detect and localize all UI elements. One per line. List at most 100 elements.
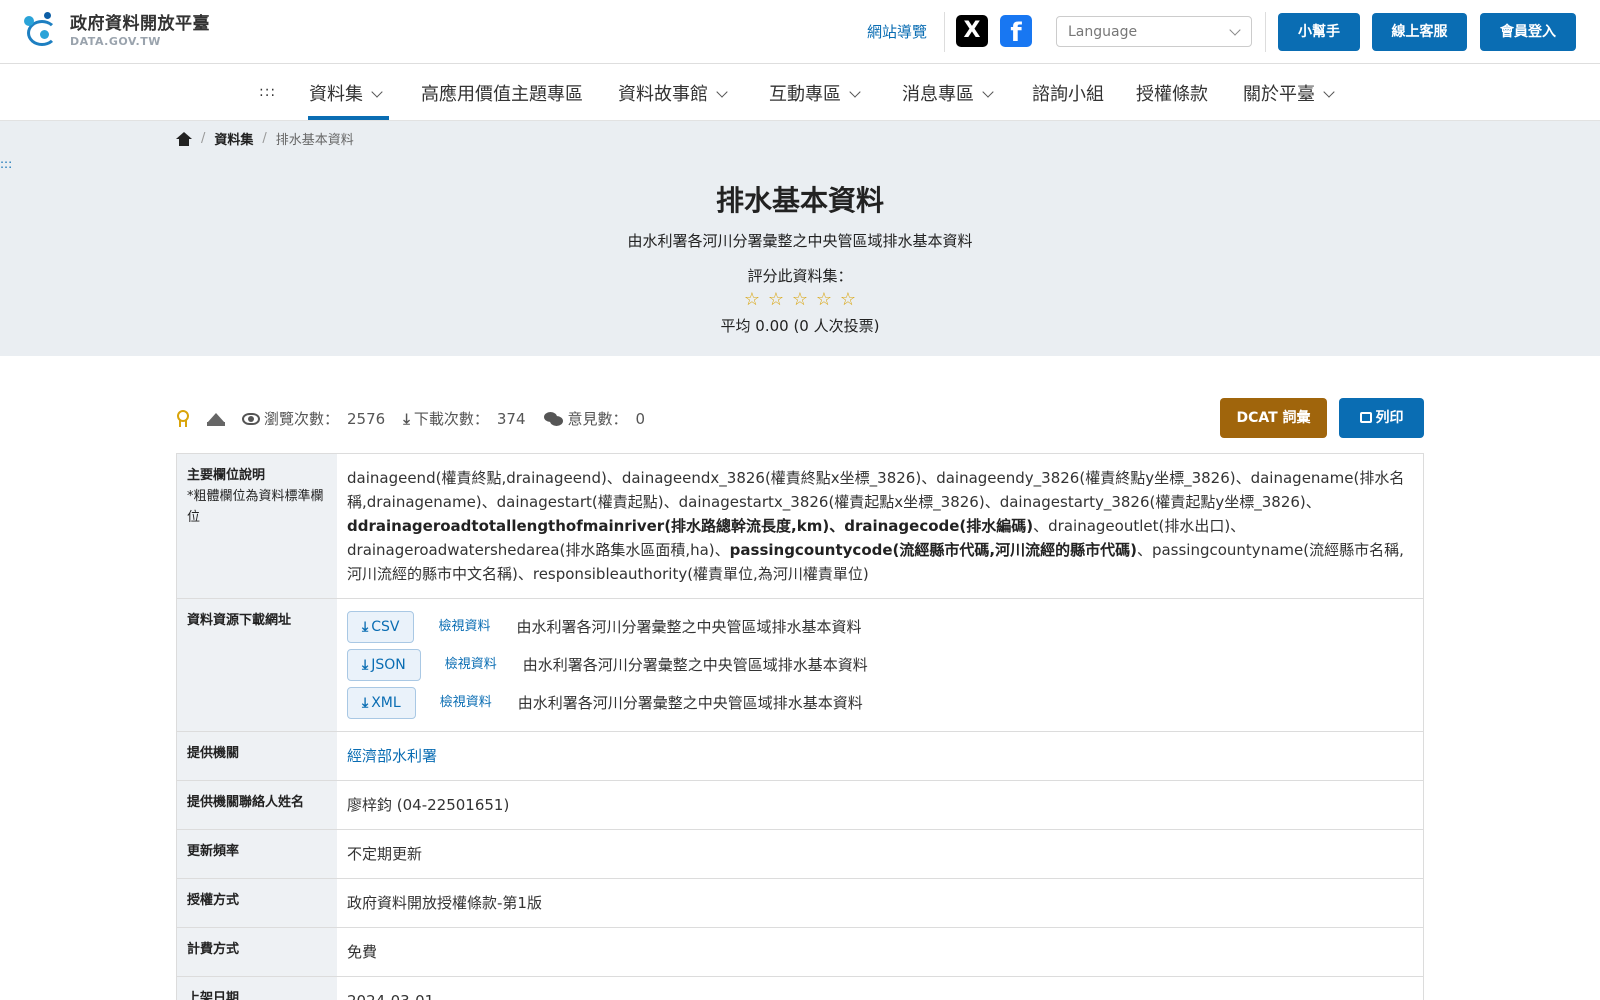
nav-item-license[interactable]: 授權條款 [1136, 80, 1208, 106]
nav-active-indicator [308, 116, 389, 120]
resources-label: 資料資源下載網址 [177, 599, 337, 731]
standard-field-text: ddrainageroadtotallengthofmainriver(排水路總… [347, 517, 1034, 535]
download-icon: ⤓ [362, 619, 369, 635]
facebook-icon[interactable]: f [1000, 15, 1032, 47]
print-button[interactable]: 列印 [1339, 398, 1424, 438]
table-row: 計費方式 免費 [177, 928, 1423, 977]
chevron-down-icon [982, 86, 994, 98]
resource-name: 由水利署各河川分署彙整之中央管區域排水基本資料 [516, 618, 862, 636]
table-row: 更新頻率 不定期更新 [177, 830, 1423, 879]
contact-label: 提供機關聯絡人姓名 [177, 781, 337, 829]
fee-label: 計費方式 [177, 928, 337, 976]
nav-label: 資料故事館 [618, 84, 708, 105]
chevron-down-icon [1229, 24, 1241, 36]
x-twitter-icon[interactable]: X [956, 15, 988, 47]
divider [1265, 12, 1266, 52]
accesskey-marker[interactable]: ::: [259, 84, 276, 100]
frequency-value: 不定期更新 [347, 845, 423, 863]
standard-field-text: passingcountycode(流經縣市代碼,河川流經的縣市代碼) [729, 541, 1137, 559]
view-data-link[interactable]: 檢視資料 [438, 617, 490, 638]
chevron-down-icon [371, 86, 383, 98]
helper-button[interactable]: 小幫手 [1278, 13, 1360, 51]
chevron-down-icon [716, 86, 728, 98]
comments-count: 0 [635, 409, 646, 428]
nav-label: 諮詢小組 [1032, 84, 1104, 105]
breadcrumb-datasets[interactable]: 資料集 [214, 129, 253, 148]
medal-icon [176, 410, 190, 427]
downloads-label: 下載次數： [413, 410, 489, 428]
nav-item-news[interactable]: 消息專區 [902, 80, 994, 106]
logo-subtitle: DATA.GOV.TW [70, 34, 161, 48]
main-nav: ::: 資料集 高應用價值主題專區 資料故事館 互動專區 消息專區 諮詢小組 授… [0, 64, 1600, 121]
contact-value: 廖梓鈞 (04-22501651) [347, 796, 510, 814]
dataset-stats: 瀏覽次數： 2576 ⤓ 下載次數： 374 意見數： 0 DCAT 詞彙 列印 [176, 398, 1424, 438]
table-row: 主要欄位說明 *粗體欄位為資料標準欄位 dainageend(權責終點,drai… [177, 454, 1423, 599]
sitemap-link[interactable]: 網站導覽 [867, 21, 927, 42]
nav-label: 關於平臺 [1243, 84, 1315, 105]
star-icon[interactable]: ☆ [788, 289, 812, 310]
page-title: 排水基本資料 [715, 184, 884, 217]
license-value: 政府資料開放授權條款-第1版 [347, 894, 542, 912]
star-icon[interactable]: ☆ [836, 289, 860, 310]
downloads-count: 374 [496, 409, 526, 428]
nav-item-interactive[interactable]: 互動專區 [769, 80, 861, 106]
dcat-button[interactable]: DCAT 詞彙 [1220, 398, 1327, 438]
home-icon[interactable] [176, 131, 192, 146]
view-data-link[interactable]: 檢視資料 [440, 693, 492, 714]
rating-average: 平均 0.00 (0 人次投票) [720, 317, 880, 335]
view-data-link[interactable]: 檢視資料 [445, 655, 497, 676]
breadcrumb: / 資料集 / 排水基本資料 [176, 129, 354, 148]
dataset-description: 由水利署各河川分署彙整之中央管區域排水基本資料 [627, 232, 973, 250]
nav-item-high-value[interactable]: 高應用價值主題專區 [421, 80, 583, 106]
logo-title: 政府資料開放平臺 [70, 13, 210, 34]
nav-label: 消息專區 [902, 84, 974, 105]
resource-row: ⤓ XML 檢視資料 由水利署各河川分署彙整之中央管區域排水基本資料 [347, 687, 1413, 719]
frequency-label: 更新頻率 [177, 830, 337, 878]
member-login-button[interactable]: 會員登入 [1480, 13, 1576, 51]
download-icon: ⤓ [362, 695, 369, 711]
download-icon: ⤓ [403, 409, 410, 428]
resource-row: ⤓ JSON 檢視資料 由水利署各河川分署彙整之中央管區域排水基本資料 [347, 649, 1413, 681]
views-label: 瀏覽次數： [264, 410, 340, 428]
nav-label: 資料集 [309, 84, 363, 105]
download-json-button[interactable]: ⤓ JSON [347, 649, 421, 681]
license-label: 授權方式 [177, 879, 337, 927]
chevron-down-icon [1323, 86, 1335, 98]
comments-label: 意見數： [567, 410, 628, 428]
print-label: 列印 [1375, 410, 1404, 426]
nav-label: 高應用價值主題專區 [421, 84, 583, 105]
star-icon[interactable]: ☆ [764, 289, 788, 310]
download-csv-button[interactable]: ⤓ CSV [347, 611, 415, 643]
fields-label: 主要欄位說明 [187, 468, 266, 483]
fields-value: dainageend(權責終點,drainageend)、dainageendx… [337, 454, 1423, 598]
fields-note: *粗體欄位為資料標準欄位 [187, 488, 324, 525]
format-label: XML [371, 695, 401, 711]
publish-date-value: 2024-03-01 [337, 977, 1423, 1000]
nav-item-datasets[interactable]: 資料集 [309, 80, 383, 106]
crown-icon [206, 412, 226, 426]
printer-icon [1359, 412, 1372, 423]
resource-name: 由水利署各河川分署彙整之中央管區域排水基本資料 [522, 656, 868, 674]
views-count: 2576 [347, 409, 386, 428]
star-icon[interactable]: ☆ [740, 289, 764, 310]
language-select[interactable]: Language [1056, 16, 1252, 47]
nav-item-stories[interactable]: 資料故事館 [618, 80, 728, 106]
nav-item-advisory[interactable]: 諮詢小組 [1032, 80, 1104, 106]
content-accesskey[interactable]: ::: [0, 157, 12, 171]
fee-value: 免費 [347, 943, 378, 961]
divider [944, 12, 945, 52]
table-row: 提供機關 經濟部水利署 [177, 732, 1423, 781]
publish-date-label: 上架日期 [177, 977, 337, 1000]
star-icon[interactable]: ☆ [812, 289, 836, 310]
breadcrumb-current: 排水基本資料 [275, 133, 354, 148]
provider-label: 提供機關 [177, 732, 337, 780]
rating-stars[interactable]: ☆ ☆ ☆ ☆ ☆ [740, 289, 860, 310]
site-logo[interactable]: 政府資料開放平臺 DATA.GOV.TW [24, 12, 210, 50]
comments-icon [543, 411, 564, 426]
online-service-button[interactable]: 線上客服 [1372, 13, 1467, 51]
download-xml-button[interactable]: ⤓ XML [347, 687, 416, 719]
provider-link[interactable]: 經濟部水利署 [347, 747, 437, 765]
field-text: dainageend(權責終點,drainageend)、dainageendx… [347, 469, 1405, 511]
nav-label: 互動專區 [769, 84, 841, 105]
nav-item-about[interactable]: 關於平臺 [1243, 80, 1335, 106]
